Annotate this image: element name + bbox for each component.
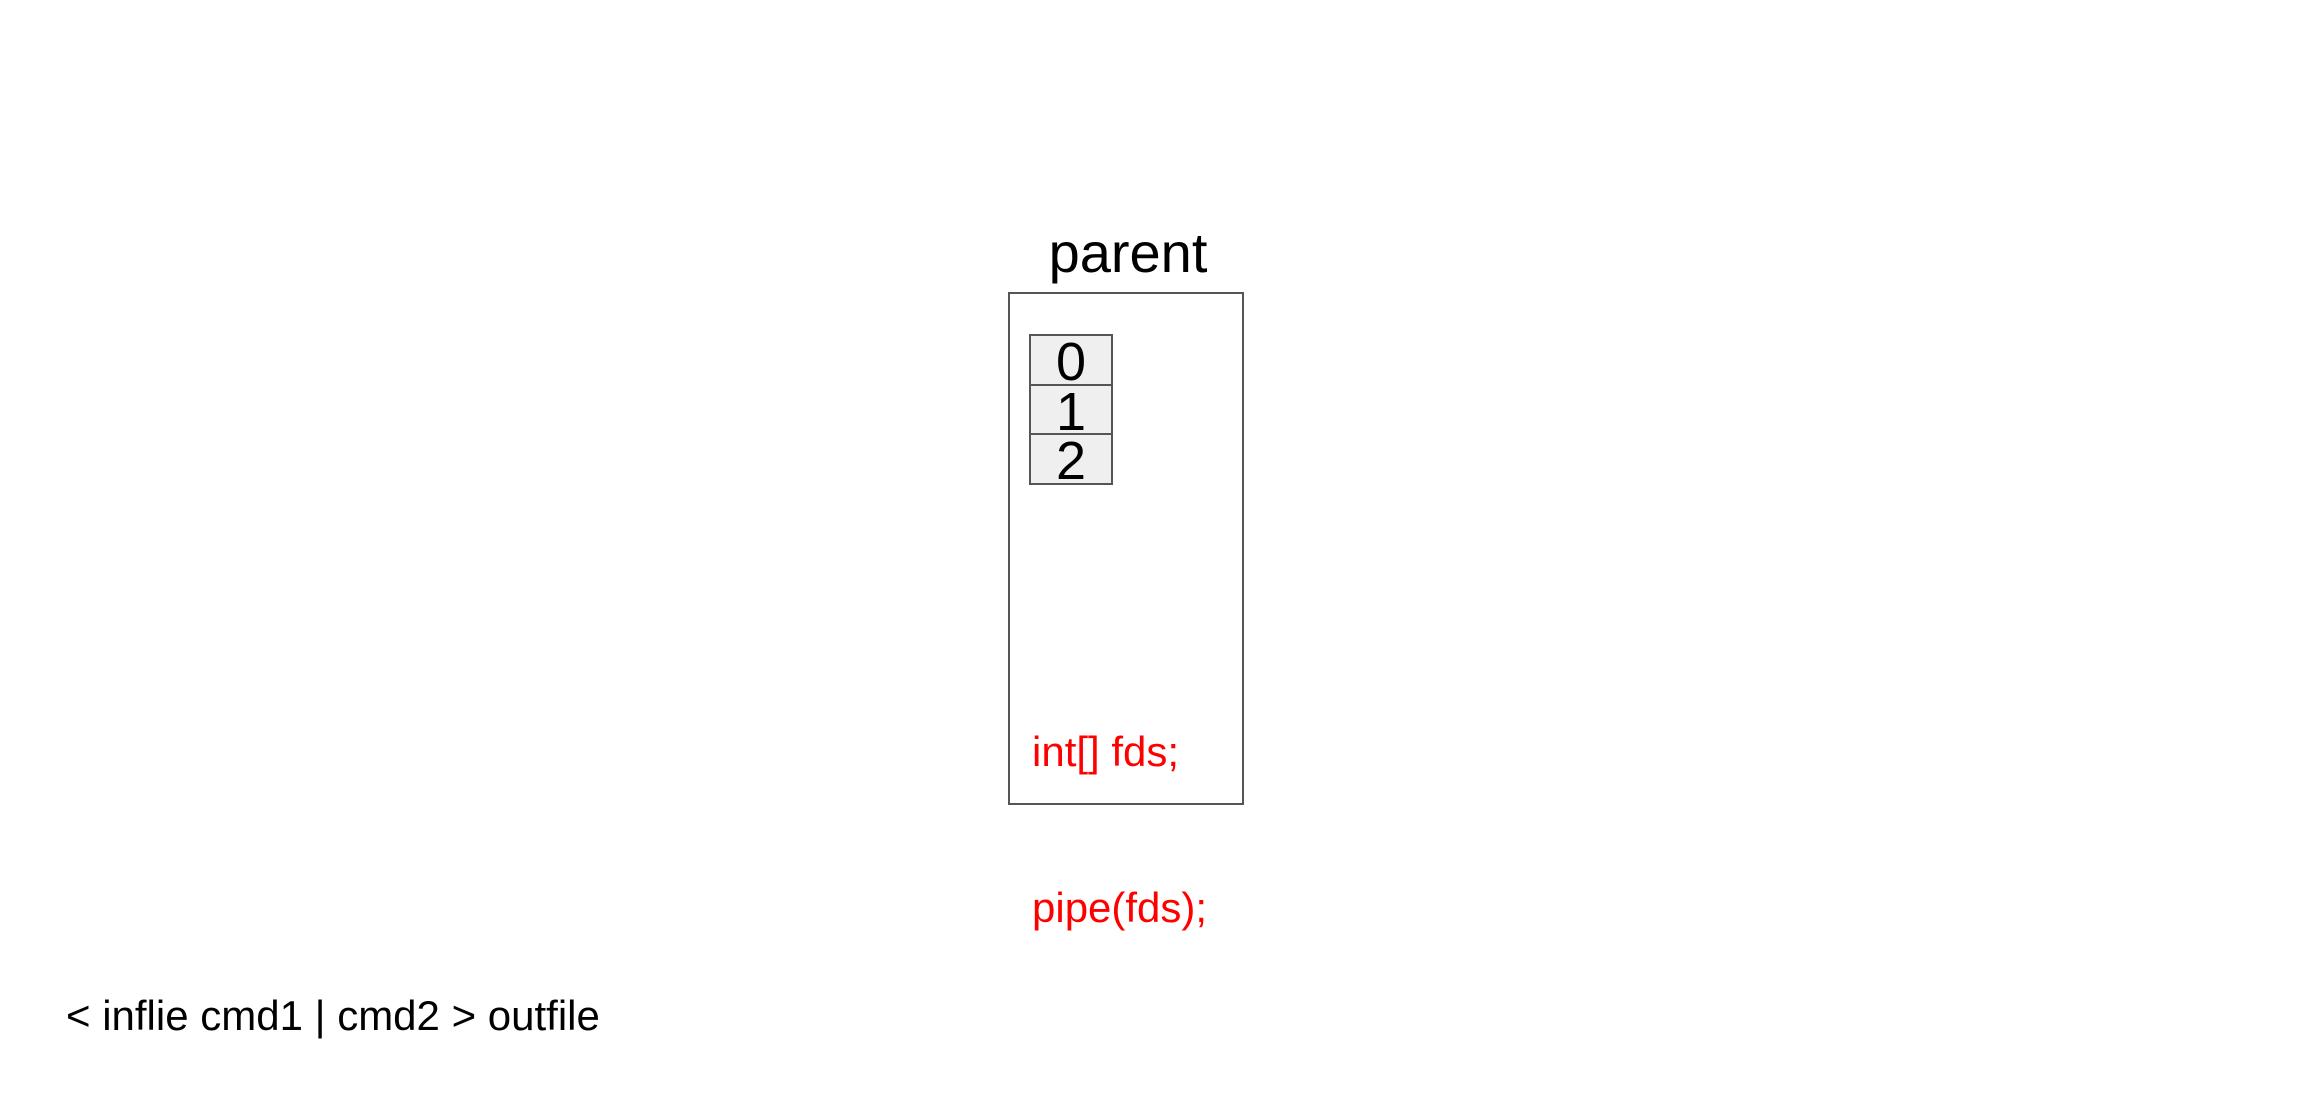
code-line-pipe: pipe(fds); <box>1032 884 1208 931</box>
code-line-declare: int[] fds; <box>1032 728 1180 775</box>
shell-command: < inflie cmd1 | cmd2 > outfile <box>66 992 600 1039</box>
fd-cell-0: 0 <box>1029 334 1113 389</box>
fd-cell-2: 2 <box>1029 433 1113 488</box>
fd-table: 0 1 2 <box>1029 334 1113 488</box>
fd-cell-1: 1 <box>1029 383 1113 439</box>
code-block: int[] fds; pipe(fds); <box>1032 622 1207 986</box>
parent-process-title: parent <box>1048 221 1208 284</box>
